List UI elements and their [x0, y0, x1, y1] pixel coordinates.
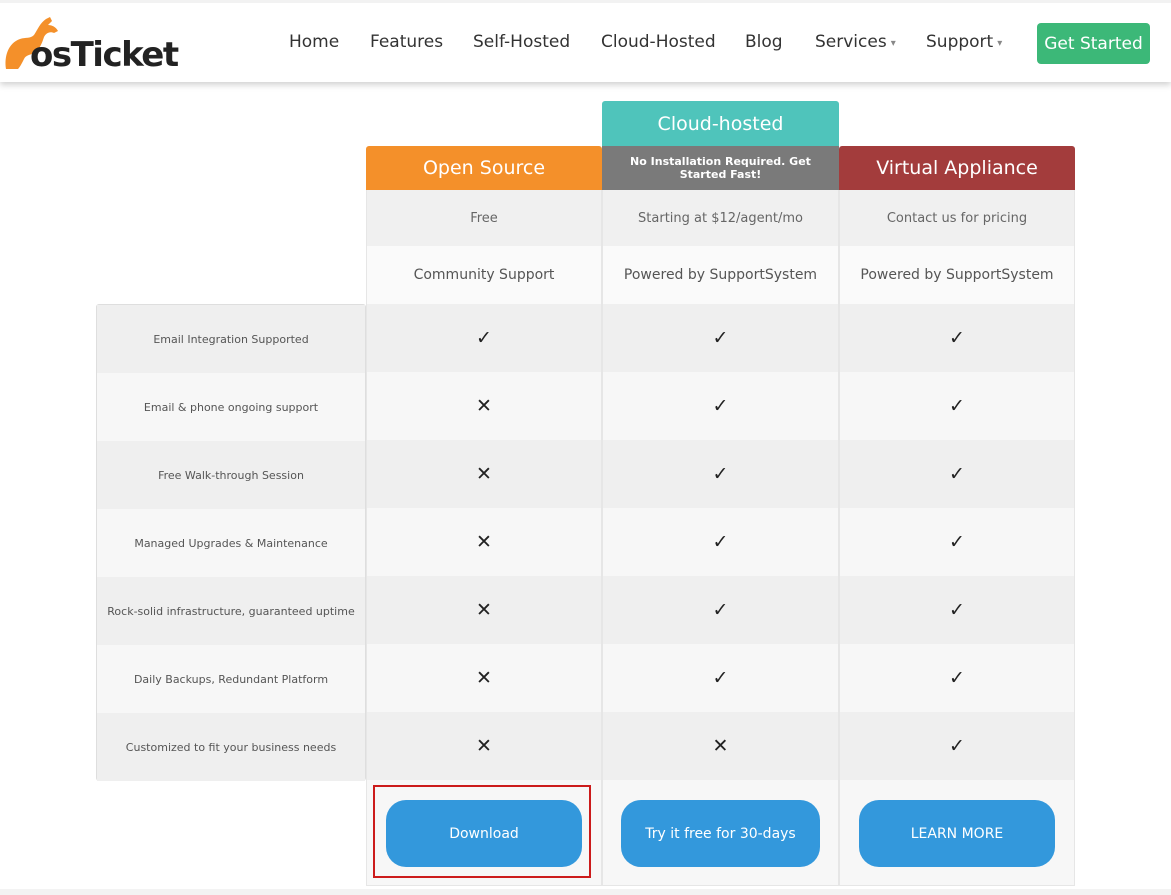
plan-support: Powered by SupportSystem — [602, 246, 839, 304]
page-bottom-edge — [0, 889, 1171, 895]
nav-support-label: Support — [926, 32, 994, 52]
get-started-button[interactable]: Get Started — [1037, 23, 1150, 64]
plan-title: Open Source — [422, 157, 546, 179]
feature-label: Managed Upgrades & Maintenance — [97, 509, 365, 577]
cross-icon: ✕ — [366, 372, 602, 440]
plan-header-0: Open Source — [366, 146, 602, 190]
feature-label: Free Walk-through Session — [97, 441, 365, 509]
check-icon: ✓ — [366, 304, 602, 372]
nav-blog[interactable]: Blog — [745, 32, 783, 52]
check-icon: ✓ — [839, 440, 1075, 508]
nav-self-hosted[interactable]: Self-Hosted — [473, 32, 570, 52]
cross-icon: ✕ — [366, 644, 602, 712]
cross-icon: ✕ — [366, 712, 602, 780]
cross-icon: ✕ — [366, 440, 602, 508]
check-icon: ✓ — [602, 372, 839, 440]
learn-more-button[interactable]: LEARN MORE — [859, 800, 1055, 867]
cross-icon: ✕ — [602, 712, 839, 780]
plan-price: Contact us for pricing — [839, 190, 1075, 246]
nav-cloud-hosted[interactable]: Cloud-Hosted — [601, 32, 716, 52]
plan-title: Virtual Appliance — [876, 157, 1038, 179]
check-icon: ✓ — [602, 644, 839, 712]
check-icon: ✓ — [839, 508, 1075, 576]
feature-label: Customized to fit your business needs — [97, 713, 365, 781]
feature-label: Daily Backups, Redundant Platform — [97, 645, 365, 713]
plan-subtitle: No Installation Required. Get Started Fa… — [602, 146, 839, 190]
try-free-button[interactable]: Try it free for 30-days — [621, 800, 820, 867]
check-icon: ✓ — [839, 576, 1075, 644]
check-icon: ✓ — [839, 372, 1075, 440]
nav-services-label: Services — [815, 32, 887, 52]
plan-support: Community Support — [366, 246, 602, 304]
check-icon: ✓ — [602, 508, 839, 576]
plan-price: Free — [366, 190, 602, 246]
check-icon: ✓ — [602, 304, 839, 372]
plan-title: Cloud-hosted — [657, 112, 784, 135]
nav-home[interactable]: Home — [289, 32, 339, 52]
cross-icon: ✕ — [366, 576, 602, 644]
plan-header-cloud: Cloud-hosted — [602, 101, 839, 146]
plan-header-2: Virtual Appliance — [839, 146, 1075, 190]
check-icon: ✓ — [602, 440, 839, 508]
check-icon: ✓ — [839, 712, 1075, 780]
nav-support[interactable]: Support ▾ — [926, 32, 1002, 52]
check-icon: ✓ — [602, 576, 839, 644]
nav-features[interactable]: Features — [370, 32, 443, 52]
site-header: osTicket Home Features Self-Hosted Cloud… — [0, 0, 1171, 82]
feature-label: Email & phone ongoing support — [97, 373, 365, 441]
nav-services[interactable]: Services ▾ — [815, 32, 896, 52]
check-icon: ✓ — [839, 304, 1075, 372]
plan-price: Starting at $12/agent/mo — [602, 190, 839, 246]
caret-down-icon: ▾ — [997, 38, 1003, 49]
highlight-box — [373, 785, 591, 878]
check-icon: ✓ — [839, 644, 1075, 712]
plan-support: Powered by SupportSystem — [839, 246, 1075, 304]
feature-label: Rock-solid infrastructure, guaranteed up… — [97, 577, 365, 645]
cross-icon: ✕ — [366, 508, 602, 576]
caret-down-icon: ▾ — [890, 38, 896, 49]
logo-text: osTicket — [30, 35, 179, 75]
osticket-logo[interactable]: osTicket — [0, 13, 179, 75]
feature-label: Email Integration Supported — [97, 305, 365, 373]
